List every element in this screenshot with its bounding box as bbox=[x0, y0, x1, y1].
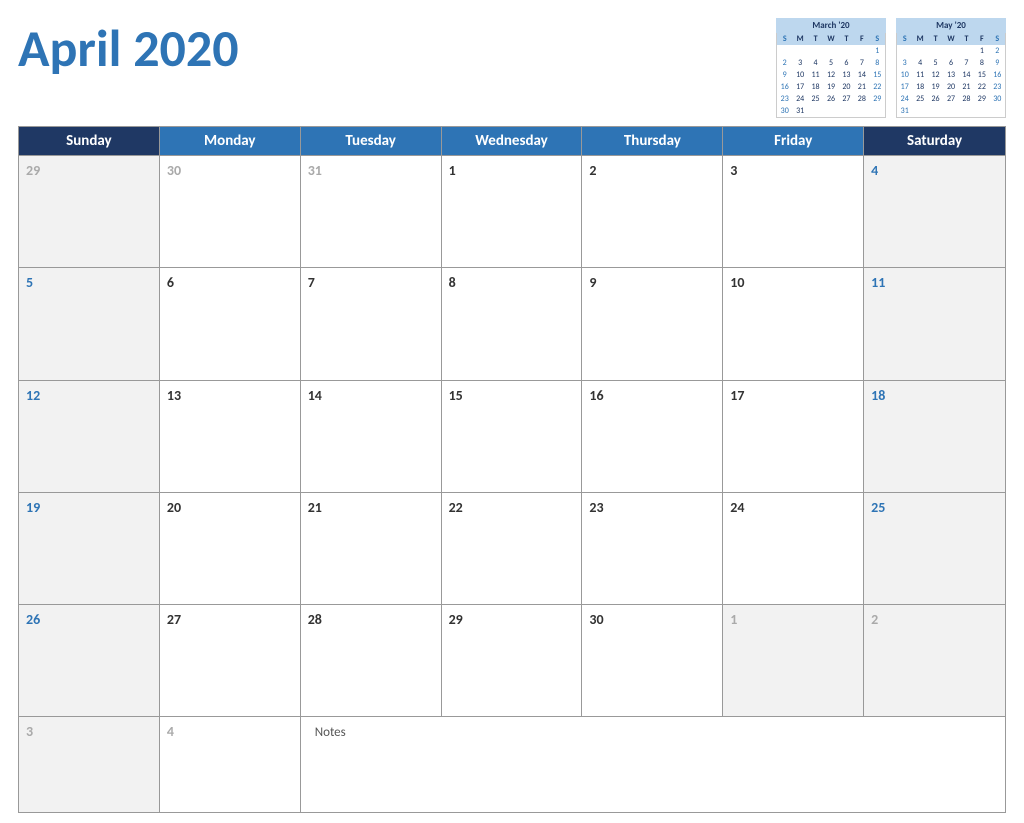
week-5: 26 27 28 29 30 1 2 bbox=[19, 604, 1005, 716]
calendar-header: Sunday Monday Tuesday Wednesday Thursday… bbox=[19, 127, 1005, 155]
mini-cal-may: May '20 S M T W T F S 1 2 bbox=[896, 18, 1006, 118]
cell-apr22: 22 bbox=[442, 493, 583, 604]
mini-cal-march-grid: S M T W T F S 1 2 3 bbox=[776, 33, 886, 118]
may-dow-s2: S bbox=[990, 33, 1005, 45]
cell-apr3: 3 bbox=[723, 156, 864, 267]
cell-apr21: 21 bbox=[301, 493, 442, 604]
cell-apr18: 18 bbox=[864, 381, 1005, 492]
cell-apr1: 1 bbox=[442, 156, 583, 267]
notes-week: 3 4 Notes bbox=[19, 716, 1005, 812]
cell-may3: 3 bbox=[19, 717, 160, 812]
week-2: 5 6 7 8 9 10 11 bbox=[19, 267, 1005, 379]
cell-apr9: 9 bbox=[582, 268, 723, 379]
cell-apr4: 4 bbox=[864, 156, 1005, 267]
mini-cal-march-title: March '20 bbox=[776, 18, 886, 33]
may-dow-t2: T bbox=[959, 33, 974, 45]
header-saturday: Saturday bbox=[864, 127, 1005, 155]
cell-apr2: 2 bbox=[582, 156, 723, 267]
mini-cal-march: March '20 S M T W T F S 1 bbox=[776, 18, 886, 118]
cell-apr17: 17 bbox=[723, 381, 864, 492]
dow-w: W bbox=[823, 33, 838, 45]
cell-apr30: 30 bbox=[582, 605, 723, 716]
week-4: 19 20 21 22 23 24 25 bbox=[19, 492, 1005, 604]
header-tuesday: Tuesday bbox=[301, 127, 442, 155]
header-thursday: Thursday bbox=[582, 127, 723, 155]
cell-apr7: 7 bbox=[301, 268, 442, 379]
cell-mar29: 29 bbox=[19, 156, 160, 267]
dow-t: T bbox=[808, 33, 823, 45]
notes-cell[interactable]: Notes bbox=[301, 717, 1005, 812]
may-dow-f: F bbox=[974, 33, 989, 45]
mini-cal-may-title: May '20 bbox=[896, 18, 1006, 33]
cell-mar30: 30 bbox=[160, 156, 301, 267]
notes-label: Notes bbox=[308, 720, 353, 745]
cell-apr8: 8 bbox=[442, 268, 583, 379]
cell-apr28: 28 bbox=[301, 605, 442, 716]
cell-mar31: 31 bbox=[301, 156, 442, 267]
cell-apr27: 27 bbox=[160, 605, 301, 716]
dow-m: M bbox=[792, 33, 807, 45]
header-wednesday: Wednesday bbox=[442, 127, 583, 155]
may-dow-s: S bbox=[897, 33, 912, 45]
may-dow-t: T bbox=[928, 33, 943, 45]
calendar-page: April 2020 March '20 S M T W T F S bbox=[0, 0, 1024, 823]
cell-apr24: 24 bbox=[723, 493, 864, 604]
cell-apr12: 12 bbox=[19, 381, 160, 492]
may-dow-m: M bbox=[912, 33, 927, 45]
may-dow-w: W bbox=[943, 33, 958, 45]
mini-cal-may-grid: S M T W T F S 1 2 3 4 bbox=[896, 33, 1006, 118]
cell-apr15: 15 bbox=[442, 381, 583, 492]
cell-apr29: 29 bbox=[442, 605, 583, 716]
cell-may2: 2 bbox=[864, 605, 1005, 716]
week-1: 29 30 31 1 2 3 4 bbox=[19, 155, 1005, 267]
page-title: April 2020 bbox=[18, 18, 239, 74]
cell-apr16: 16 bbox=[582, 381, 723, 492]
cell-apr25: 25 bbox=[864, 493, 1005, 604]
dow-s: S bbox=[777, 33, 792, 45]
week-3: 12 13 14 15 16 17 18 bbox=[19, 380, 1005, 492]
header-sunday: Sunday bbox=[19, 127, 160, 155]
header-friday: Friday bbox=[723, 127, 864, 155]
cell-apr19: 19 bbox=[19, 493, 160, 604]
dow-f: F bbox=[854, 33, 869, 45]
cell-apr20: 20 bbox=[160, 493, 301, 604]
cell-apr11: 11 bbox=[864, 268, 1005, 379]
cell-apr14: 14 bbox=[301, 381, 442, 492]
cell-apr6: 6 bbox=[160, 268, 301, 379]
dow-t2: T bbox=[839, 33, 854, 45]
calendar-body: 29 30 31 1 2 3 4 5 6 7 8 9 10 11 12 13 bbox=[19, 155, 1005, 812]
cell-apr13: 13 bbox=[160, 381, 301, 492]
dow-s2: S bbox=[870, 33, 885, 45]
cell-apr10: 10 bbox=[723, 268, 864, 379]
cell-may1: 1 bbox=[723, 605, 864, 716]
header-monday: Monday bbox=[160, 127, 301, 155]
cell-apr5: 5 bbox=[19, 268, 160, 379]
main-calendar: Sunday Monday Tuesday Wednesday Thursday… bbox=[18, 126, 1006, 813]
cell-may4: 4 bbox=[160, 717, 301, 812]
mini-calendars: March '20 S M T W T F S 1 bbox=[776, 18, 1006, 118]
cell-apr26: 26 bbox=[19, 605, 160, 716]
header-row: April 2020 March '20 S M T W T F S bbox=[18, 18, 1006, 118]
cell-apr23: 23 bbox=[582, 493, 723, 604]
